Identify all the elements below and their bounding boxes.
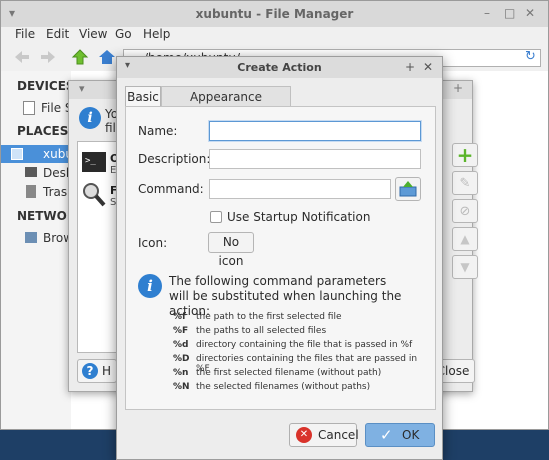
basic-tab-panel: Name: Description: Command: Use Startup … bbox=[125, 106, 436, 410]
tab-basic[interactable]: Basic bbox=[125, 86, 161, 107]
arrow-up-icon: ▲ bbox=[460, 232, 470, 246]
tab-appearance-conditions[interactable]: Appearance Conditions bbox=[161, 86, 291, 124]
description-label: Description: bbox=[138, 152, 211, 166]
param-code: %D bbox=[173, 354, 190, 364]
cancel-button[interactable]: ✕ Cancel bbox=[289, 423, 359, 447]
add-action-button[interactable]: + bbox=[452, 143, 478, 167]
param-description: the selected filenames (without paths) bbox=[196, 382, 371, 392]
maximize-icon[interactable]: □ bbox=[504, 6, 515, 20]
param-description: the path to the first selected file bbox=[196, 312, 342, 322]
list-item: %F the paths to all selected files bbox=[173, 326, 433, 339]
home-icon[interactable] bbox=[98, 48, 116, 66]
create-action-titlebar[interactable]: ▾ Create Action + ✕ bbox=[117, 57, 442, 78]
param-description: the paths to all selected files bbox=[196, 326, 327, 336]
action-buttons: + ✎ ⊘ ▲ ▼ bbox=[452, 143, 478, 279]
plus-icon: + bbox=[456, 143, 474, 167]
maximize-icon[interactable]: + bbox=[405, 60, 415, 74]
description-field[interactable] bbox=[209, 149, 421, 169]
desktop-icon bbox=[25, 167, 37, 177]
command-label: Command: bbox=[138, 182, 204, 196]
network-icon bbox=[25, 232, 37, 243]
sidebar-places-header: PLACES bbox=[17, 124, 69, 138]
menu-help[interactable]: Help bbox=[143, 27, 170, 41]
param-code: %f bbox=[173, 312, 186, 322]
menu-file[interactable]: File bbox=[15, 27, 35, 41]
window-title: xubuntu - File Manager bbox=[195, 7, 354, 21]
param-code: %N bbox=[173, 382, 190, 392]
reload-icon[interactable]: ↻ bbox=[525, 49, 536, 64]
startup-notification-label: Use Startup Notification bbox=[227, 210, 371, 224]
command-field[interactable] bbox=[209, 179, 391, 199]
pencil-icon: ✎ bbox=[459, 176, 471, 191]
move-down-button[interactable]: ▼ bbox=[452, 255, 478, 279]
sidebar-devices-header: DEVICES bbox=[17, 79, 75, 93]
list-item: %N the selected filenames (without paths… bbox=[173, 382, 433, 395]
create-action-dialog: ▾ Create Action + ✕ Basic Appearance Con… bbox=[116, 56, 443, 460]
menu-view[interactable]: View bbox=[79, 27, 107, 41]
close-icon[interactable]: ✕ bbox=[423, 60, 433, 74]
param-code: %F bbox=[173, 326, 189, 336]
check-icon: ✓ bbox=[380, 426, 393, 444]
drive-icon bbox=[23, 101, 35, 115]
list-item: %n the first selected filename (without … bbox=[173, 368, 433, 381]
cancel-icon: ✕ bbox=[296, 427, 312, 443]
file-manager-titlebar[interactable]: ▾ xubuntu - File Manager – □ ✕ bbox=[1, 1, 548, 27]
param-description: directory containing the file that is pa… bbox=[196, 340, 413, 350]
minimize-icon[interactable]: – bbox=[484, 6, 490, 20]
icon-button[interactable]: No icon bbox=[208, 232, 254, 268]
terminal-icon: >_ bbox=[82, 152, 106, 172]
menubar: File Edit View Go Help bbox=[1, 27, 548, 47]
edit-action-button[interactable]: ✎ bbox=[452, 171, 478, 195]
folder-open-icon bbox=[399, 181, 417, 197]
back-arrow-icon[interactable] bbox=[13, 48, 31, 66]
help-icon: ? bbox=[82, 363, 98, 379]
list-item: %f the path to the first selected file bbox=[173, 312, 433, 325]
close-icon[interactable]: ✕ bbox=[525, 6, 535, 20]
info-icon: i bbox=[79, 107, 101, 129]
magnifier-icon bbox=[83, 183, 106, 207]
list-item: %D directories containing the files that… bbox=[173, 354, 433, 374]
home-folder-icon bbox=[11, 148, 23, 160]
delete-action-button[interactable]: ⊘ bbox=[452, 199, 478, 223]
icon-label: Icon: bbox=[138, 236, 168, 250]
ok-label: OK bbox=[402, 428, 420, 442]
param-code: %d bbox=[173, 340, 189, 350]
info-icon: i bbox=[138, 274, 162, 298]
name-field[interactable] bbox=[209, 121, 421, 141]
startup-notification-checkbox[interactable] bbox=[210, 211, 222, 223]
help-label: H bbox=[102, 364, 112, 378]
param-code: %n bbox=[173, 368, 189, 378]
sidebar: DEVICES File S PLACES xubu Desk Trash NE… bbox=[1, 71, 85, 429]
up-arrow-icon[interactable] bbox=[71, 48, 89, 66]
move-up-button[interactable]: ▲ bbox=[452, 227, 478, 251]
ok-button[interactable]: ✓ OK bbox=[365, 423, 435, 447]
forward-arrow-icon[interactable] bbox=[39, 48, 57, 66]
help-button[interactable]: ? H bbox=[77, 359, 117, 383]
trash-icon bbox=[26, 185, 36, 198]
add-icon[interactable]: + bbox=[453, 81, 463, 95]
param-description: the first selected filename (without pat… bbox=[196, 368, 382, 378]
sidebar-item-home[interactable]: xubu bbox=[1, 145, 73, 163]
menu-edit[interactable]: Edit bbox=[46, 27, 69, 41]
window-menu-icon[interactable]: ▾ bbox=[79, 82, 85, 95]
name-label: Name: bbox=[138, 124, 178, 138]
menu-go[interactable]: Go bbox=[115, 27, 132, 41]
cancel-label: Cancel bbox=[318, 428, 359, 442]
dialog-title: Create Action bbox=[237, 61, 322, 74]
browse-command-button[interactable] bbox=[395, 177, 421, 201]
remove-icon: ⊘ bbox=[459, 204, 471, 219]
arrow-down-icon: ▼ bbox=[460, 260, 470, 274]
list-item: %d directory containing the file that is… bbox=[173, 340, 433, 353]
